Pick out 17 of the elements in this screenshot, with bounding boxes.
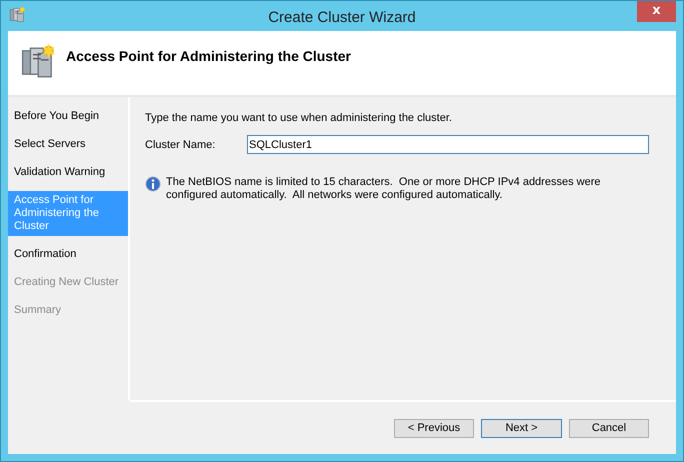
step-item[interactable]: Confirmation	[8, 245, 128, 264]
close-button[interactable]: x	[637, 1, 676, 22]
field-label: Cluster Name:	[145, 138, 216, 150]
step-item[interactable]: Select Servers	[8, 135, 128, 154]
step-item[interactable]: Before You Begin	[8, 107, 128, 126]
page-heading: Access Point for Administering the Cluster	[66, 48, 351, 64]
window-title: Create Cluster Wizard	[267, 8, 417, 26]
server-icon	[9, 6, 26, 23]
wizard-button[interactable]: < Previous	[394, 418, 474, 438]
instruction-text: Type the name you want to use when administering the cluster.	[145, 112, 453, 124]
cluster-name-field[interactable]: SQLCluster1	[247, 135, 649, 154]
server-icon	[20, 42, 56, 78]
info-icon	[145, 176, 161, 192]
wizard-button[interactable]: Cancel	[569, 418, 649, 438]
info-text: The NetBIOS name is limited to 15 characters. One or more DHCP IPv4 addresses were configured automatically. All networks were configured automatically.	[166, 176, 602, 202]
wizard-button[interactable]: Next >	[481, 418, 562, 438]
step-item[interactable]: Validation Warning	[8, 163, 128, 182]
